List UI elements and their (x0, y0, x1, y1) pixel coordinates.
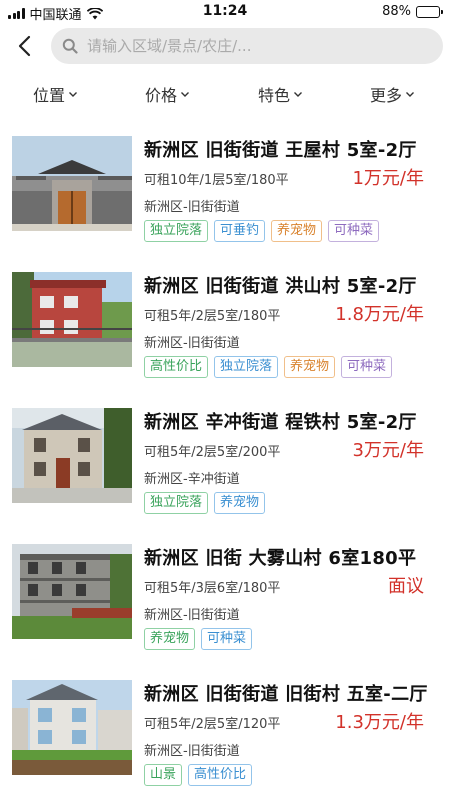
listing-price: 1.3万元/年 (335, 712, 424, 733)
filter-price[interactable]: 价格 (145, 82, 190, 106)
filter-more[interactable]: 更多 (370, 82, 415, 106)
filter-location[interactable]: 位置 (33, 82, 78, 106)
listing-title: 新洲区 旧街街道 王屋村 5室-2厅 (144, 140, 417, 161)
status-right: 88% (382, 4, 443, 19)
filter-feature[interactable]: 特色 (258, 82, 303, 106)
listing-spec: 可租5年/3层6室/180平 (144, 581, 281, 596)
tag: 高性价比 (144, 356, 209, 378)
search-icon (62, 38, 78, 54)
listing-location: 新洲区-旧街街道 (144, 608, 240, 623)
tag: 独立院落 (144, 492, 209, 514)
listing-photo (12, 544, 132, 639)
header (0, 26, 450, 66)
tag: 独立院落 (144, 220, 209, 242)
listing-price: 1万元/年 (352, 168, 424, 189)
search-box[interactable] (51, 28, 443, 64)
chevron-down-icon (294, 92, 303, 97)
listing-price: 面议 (388, 576, 424, 597)
listing-tags: 养宠物 可种菜 (144, 628, 253, 650)
tag: 可种菜 (328, 220, 380, 242)
filter-label: 位置 (33, 86, 66, 105)
battery-icon (416, 5, 443, 18)
listing-spec: 可租5年/2层5室/180平 (144, 309, 281, 324)
listing-item[interactable]: 新洲区 旧街 大雾山村 6室180平 可租5年/3层6室/180平 面议 新洲区… (0, 542, 450, 660)
listing-location: 新洲区-旧街街道 (144, 744, 240, 759)
filter-label: 价格 (145, 86, 178, 105)
tag: 可种菜 (341, 356, 393, 378)
listing-photo (12, 408, 132, 503)
listing-location: 新洲区-辛冲街道 (144, 472, 240, 487)
tag: 高性价比 (188, 764, 253, 786)
listing-photo (12, 680, 132, 775)
listing-photo (12, 272, 132, 367)
filter-label: 更多 (370, 86, 403, 105)
tag: 养宠物 (271, 220, 323, 242)
tag: 养宠物 (214, 492, 266, 514)
tag: 养宠物 (144, 628, 196, 650)
listing-item[interactable]: 新洲区 辛冲街道 程铁村 5室-2厅 可租5年/2层5室/200平 3万元/年 … (0, 406, 450, 524)
tag: 可种菜 (201, 628, 253, 650)
listing-tags: 独立院落 可垂钓 养宠物 可种菜 (144, 220, 380, 242)
tag: 可垂钓 (214, 220, 266, 242)
listing-tags: 高性价比 独立院落 养宠物 可种菜 (144, 356, 393, 378)
listing-title: 新洲区 旧街街道 旧街村 五室-二厅 (144, 684, 428, 705)
battery-percent: 88% (382, 4, 411, 19)
listing-tags: 独立院落 养宠物 (144, 492, 266, 514)
listing-spec: 可租5年/2层5室/200平 (144, 445, 281, 460)
tag: 养宠物 (284, 356, 336, 378)
status-bar: 中国联通 11:24 88% (0, 0, 450, 24)
search-input[interactable] (87, 37, 427, 55)
listing-spec: 可租10年/1层5室/180平 (144, 173, 289, 188)
listing-title: 新洲区 辛冲街道 程铁村 5室-2厅 (144, 412, 417, 433)
chevron-down-icon (181, 92, 190, 97)
filter-label: 特色 (258, 86, 291, 105)
listing-price: 1.8万元/年 (335, 304, 424, 325)
listing-location: 新洲区-旧街街道 (144, 336, 240, 351)
listing-price: 3万元/年 (352, 440, 424, 461)
listing-title: 新洲区 旧街街道 洪山村 5室-2厅 (144, 276, 417, 297)
listing-tags: 山景 高性价比 (144, 764, 253, 786)
listing-item[interactable]: 新洲区 旧街街道 洪山村 5室-2厅 可租5年/2层5室/180平 1.8万元/… (0, 270, 450, 388)
listing-spec: 可租5年/2层5室/120平 (144, 717, 281, 732)
chevron-left-icon (18, 35, 31, 57)
chevron-down-icon (406, 92, 415, 97)
back-button[interactable] (10, 30, 38, 62)
chevron-down-icon (69, 92, 78, 97)
listing-item[interactable]: 新洲区 旧街街道 王屋村 5室-2厅 可租10年/1层5室/180平 1万元/年… (0, 134, 450, 252)
filter-bar: 位置 价格 特色 更多 (0, 78, 450, 108)
listing-photo (12, 136, 132, 231)
tag: 山景 (144, 764, 183, 786)
listing-location: 新洲区-旧街街道 (144, 200, 240, 215)
listing-title: 新洲区 旧街 大雾山村 6室180平 (144, 548, 417, 569)
listing-item[interactable]: 新洲区 旧街街道 旧街村 五室-二厅 可租5年/2层5室/120平 1.3万元/… (0, 678, 450, 796)
tag: 独立院落 (214, 356, 279, 378)
